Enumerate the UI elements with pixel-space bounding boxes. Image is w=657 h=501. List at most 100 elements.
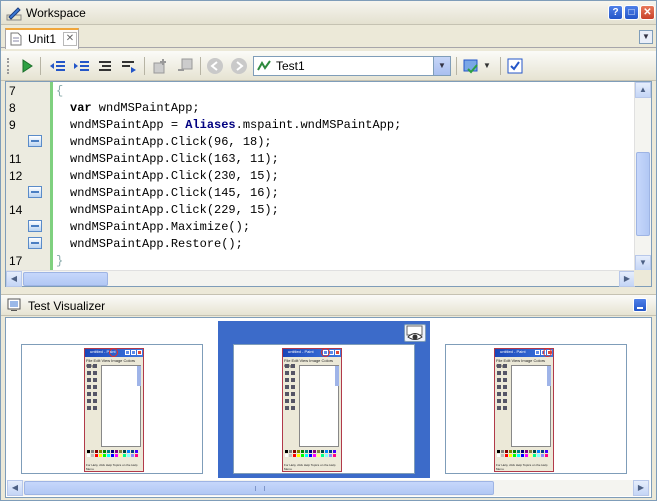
visualizer-icon bbox=[7, 298, 21, 311]
aliases-object: Aliases bbox=[185, 118, 236, 132]
scroll-left-arrow[interactable]: ◀ bbox=[7, 480, 23, 496]
tab-close-button[interactable]: ✕ bbox=[63, 32, 77, 46]
pencil-icon bbox=[6, 7, 22, 21]
thumbnail-canvas bbox=[101, 365, 141, 447]
routine-select-value: Test1 bbox=[276, 59, 305, 73]
title-bar: Workspace ? □ ✕ bbox=[1, 1, 656, 25]
indent-icon[interactable] bbox=[72, 57, 90, 75]
maximize-button[interactable]: □ bbox=[624, 5, 639, 20]
tab-strip: Unit1 ✕ ▼ bbox=[1, 26, 656, 49]
brace-close: } bbox=[56, 254, 64, 268]
thumbnail-scrollbar bbox=[547, 366, 551, 386]
tab-unit1[interactable]: Unit1 ✕ bbox=[5, 28, 79, 49]
code-line: var wndMSPaintApp; bbox=[70, 101, 200, 115]
brace-open: { bbox=[56, 84, 64, 98]
preview-button[interactable] bbox=[404, 324, 426, 342]
thumbnail-canvas bbox=[511, 365, 551, 447]
visualizer-header: Test Visualizer bbox=[1, 294, 656, 316]
bug-report-icon[interactable] bbox=[462, 57, 480, 75]
paint-window-thumbnail: untitled - Paint File Edit View Image Co… bbox=[494, 348, 554, 472]
thumbnail-close-icon bbox=[335, 350, 340, 355]
keyword: var bbox=[70, 101, 92, 115]
code-text: .mspaint.wndMSPaintApp; bbox=[235, 118, 402, 132]
remove-checkpoint-icon[interactable] bbox=[176, 57, 194, 75]
code-text: wndMSPaintApp; bbox=[91, 101, 200, 115]
thumbnail-min-icon bbox=[535, 350, 540, 355]
thumbnail-canvas bbox=[299, 365, 339, 447]
editor-toolbar: Test1 ▼ ▼ bbox=[1, 51, 656, 81]
tab-list-dropdown[interactable]: ▼ bbox=[639, 30, 653, 44]
toolbar-grip[interactable] bbox=[7, 58, 10, 74]
back-icon[interactable] bbox=[206, 57, 224, 75]
thumbnail-close-icon bbox=[137, 350, 142, 355]
add-checkpoint-icon[interactable] bbox=[152, 57, 170, 75]
scroll-down-arrow[interactable]: ▼ bbox=[635, 255, 651, 271]
routine-icon bbox=[257, 60, 271, 71]
visualizer-title: Test Visualizer bbox=[28, 299, 106, 313]
thumbnail-title: untitled - Paint bbox=[500, 349, 526, 354]
thumbnail-palette bbox=[285, 450, 341, 460]
thumbnail-palette bbox=[87, 450, 143, 460]
routine-select[interactable]: Test1 ▼ bbox=[253, 56, 451, 76]
scroll-corner bbox=[634, 270, 651, 286]
code-line: wndMSPaintApp.Click(145, 16); bbox=[70, 186, 279, 200]
scroll-right-arrow[interactable]: ▶ bbox=[619, 271, 635, 287]
thumbnail-scrollbar bbox=[137, 366, 141, 386]
visualizer-horizontal-scrollbar[interactable]: ◀ ▶ bbox=[7, 480, 650, 496]
toolbar-separator bbox=[456, 57, 457, 75]
visualizer-frame[interactable]: untitled - Paint File Edit View Image Co… bbox=[21, 344, 203, 474]
scroll-right-arrow[interactable]: ▶ bbox=[633, 480, 649, 496]
run-icon[interactable] bbox=[18, 57, 36, 75]
scroll-thumb[interactable] bbox=[23, 272, 108, 286]
toolbar-separator bbox=[500, 57, 501, 75]
close-button[interactable]: ✕ bbox=[640, 5, 655, 20]
align-icon[interactable] bbox=[96, 57, 114, 75]
toolbar-separator bbox=[200, 57, 201, 75]
visualizer-panel: untitled - Paint File Edit View Image Co… bbox=[5, 317, 652, 498]
scroll-left-arrow[interactable]: ◀ bbox=[6, 271, 22, 287]
code-line: wndMSPaintApp.Click(96, 18); bbox=[70, 135, 272, 149]
window-title: Workspace bbox=[26, 6, 86, 20]
visualizer-frame-selected[interactable]: untitled - Paint File Edit View Image Co… bbox=[233, 344, 415, 474]
outdent-icon[interactable] bbox=[48, 57, 66, 75]
code-line: wndMSPaintApp.Click(230, 15); bbox=[70, 169, 279, 183]
editor-horizontal-scrollbar[interactable]: ◀ ▶ bbox=[6, 270, 636, 287]
thumbnail-toolbox bbox=[285, 364, 297, 434]
code-line: wndMSPaintApp.Click(229, 15); bbox=[70, 203, 279, 217]
paint-window-thumbnail: untitled - Paint File Edit View Image Co… bbox=[282, 348, 342, 472]
code-line: wndMSPaintApp.Maximize(); bbox=[70, 220, 251, 234]
thumbnail-max-icon bbox=[131, 350, 136, 355]
click-marker bbox=[321, 348, 330, 357]
thumbnail-min-icon bbox=[125, 350, 130, 355]
toolbar-separator bbox=[40, 57, 41, 75]
code-line: wndMSPaintApp.Click(163, 11); bbox=[70, 152, 279, 166]
code-line: wndMSPaintApp.Restore(); bbox=[70, 237, 243, 251]
paint-window-thumbnail: untitled - Paint File Edit View Image Co… bbox=[84, 348, 144, 472]
code-text: wndMSPaintApp = bbox=[70, 118, 186, 132]
eye-icon bbox=[406, 325, 423, 340]
workspace-window: Workspace ? □ ✕ Unit1 ✕ ▼ Test1 ▼ ▼ 7 8 … bbox=[0, 0, 657, 501]
bug-report-dropdown[interactable]: ▼ bbox=[483, 61, 491, 70]
toolbar-separator bbox=[144, 57, 145, 75]
scroll-thumb[interactable] bbox=[636, 152, 650, 236]
tab-label: Unit1 bbox=[28, 32, 57, 46]
thumbnail-toolbox bbox=[87, 364, 99, 434]
chevron-down-icon[interactable]: ▼ bbox=[433, 57, 450, 75]
checklist-icon[interactable] bbox=[506, 57, 524, 75]
forward-icon[interactable] bbox=[230, 57, 248, 75]
thumbnail-scrollbar bbox=[335, 366, 339, 386]
thumbnail-title: untitled - Paint bbox=[288, 349, 314, 354]
scroll-thumb[interactable] bbox=[24, 481, 494, 495]
visualizer-frame[interactable]: untitled - Paint File Edit View Image Co… bbox=[445, 344, 627, 474]
wrap-icon[interactable] bbox=[120, 57, 138, 75]
minimize-panel-button[interactable] bbox=[633, 298, 647, 312]
help-button[interactable]: ? bbox=[608, 5, 623, 20]
click-marker bbox=[109, 348, 118, 357]
code-area[interactable]: { var wndMSPaintApp; wndMSPaintApp = Ali… bbox=[6, 82, 636, 272]
thumbnail-status: For Help, click Help Topics on the Help … bbox=[496, 463, 548, 471]
editor-vertical-scrollbar[interactable]: ▲ ▼ bbox=[634, 82, 651, 272]
code-editor[interactable]: 7 8 9 11 12 14 17 { var wndMSPaintApp; w… bbox=[5, 81, 652, 287]
click-marker bbox=[543, 348, 552, 357]
document-icon bbox=[10, 32, 22, 46]
scroll-up-arrow[interactable]: ▲ bbox=[635, 82, 651, 98]
